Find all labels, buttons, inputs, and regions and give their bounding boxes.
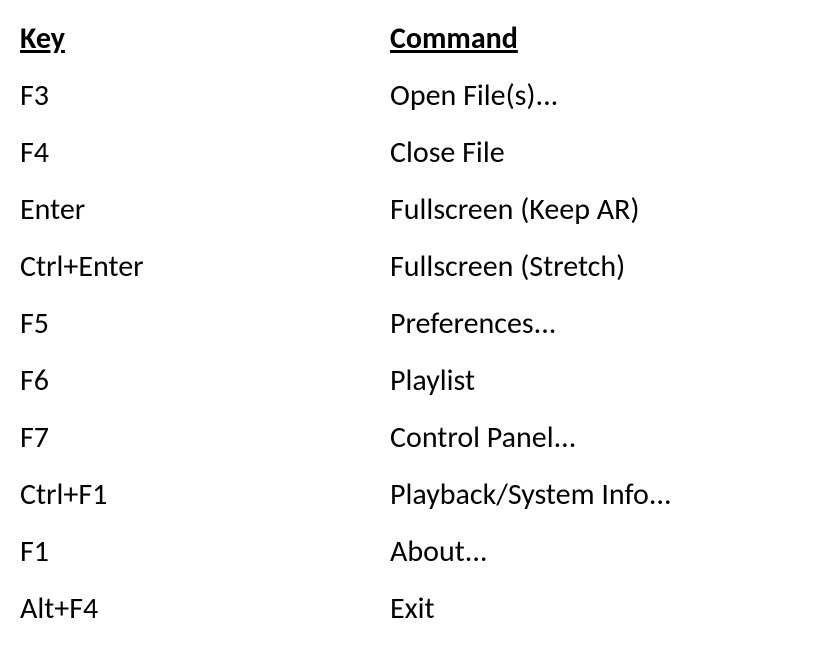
table-row: F1 About...: [20, 523, 813, 580]
table-header-row: Key Command: [20, 10, 813, 67]
table-row: F7 Control Panel...: [20, 409, 813, 466]
command-cell: Control Panel...: [390, 409, 813, 466]
key-cell: F4: [20, 124, 390, 181]
command-cell: Close File: [390, 124, 813, 181]
key-cell: Ctrl+Enter: [20, 238, 390, 295]
command-cell: Playback/System Info...: [390, 466, 813, 523]
command-cell: About...: [390, 523, 813, 580]
key-cell: Enter: [20, 181, 390, 238]
key-cell: F5: [20, 295, 390, 352]
header-command: Command: [390, 10, 813, 67]
command-cell: Fullscreen (Keep AR): [390, 181, 813, 238]
key-cell: Alt+F4: [20, 580, 390, 637]
key-cell: F1: [20, 523, 390, 580]
table-row: Enter Fullscreen (Keep AR): [20, 181, 813, 238]
table-row: F4 Close File: [20, 124, 813, 181]
command-cell: Open File(s)...: [390, 67, 813, 124]
command-cell: Fullscreen (Stretch): [390, 238, 813, 295]
table-row: F6 Playlist: [20, 352, 813, 409]
command-cell: Playlist: [390, 352, 813, 409]
key-cell: F3: [20, 67, 390, 124]
command-cell: Preferences...: [390, 295, 813, 352]
command-cell: Exit: [390, 580, 813, 637]
table-row: F5 Preferences...: [20, 295, 813, 352]
header-key: Key: [20, 10, 390, 67]
table-row: F3 Open File(s)...: [20, 67, 813, 124]
key-cell: F6: [20, 352, 390, 409]
table-row: Ctrl+F1 Playback/System Info...: [20, 466, 813, 523]
table-row: Alt+F4 Exit: [20, 580, 813, 637]
key-cell: Ctrl+F1: [20, 466, 390, 523]
key-cell: F7: [20, 409, 390, 466]
shortcut-table: Key Command F3 Open File(s)... F4 Close …: [20, 10, 813, 637]
table-row: Ctrl+Enter Fullscreen (Stretch): [20, 238, 813, 295]
